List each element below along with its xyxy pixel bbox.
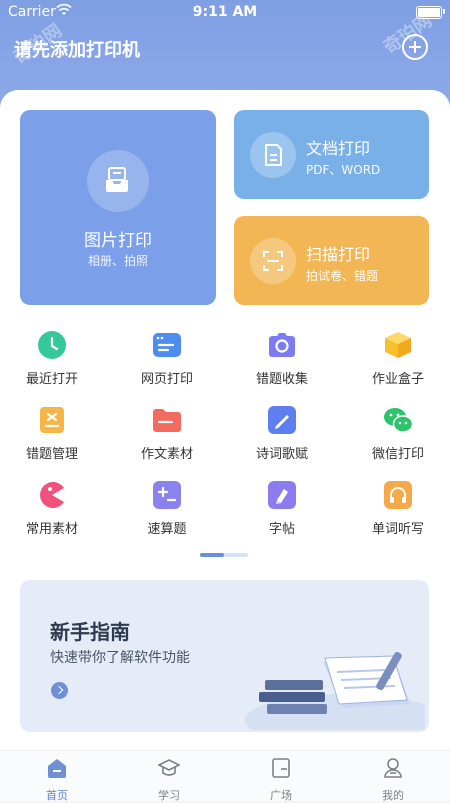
doc-print-card[interactable]: 文档打印 PDF、WORD — [234, 110, 429, 199]
grid-item-wechat-print[interactable]: 微信打印 — [348, 405, 448, 465]
doc-print-title: 文档打印 — [306, 139, 371, 158]
grid-item-recent[interactable]: 最近打开 — [2, 330, 102, 390]
grid-label: 常用素材 — [25, 522, 78, 537]
doc-print-subtitle: PDF、WORD — [306, 163, 381, 177]
battery-tip — [443, 9, 445, 14]
scan-print-card[interactable]: 扫描打印 拍试卷、错题 — [234, 216, 429, 305]
math-icon — [153, 481, 181, 509]
photo-print-card[interactable]: 图片打印 相册、拍照 — [20, 110, 216, 305]
scan-print-icon-bg — [250, 238, 296, 284]
photo-print-icon-bg — [87, 150, 149, 212]
grid-label: 速算题 — [147, 522, 187, 537]
clock-icon — [38, 331, 66, 359]
photo-print-title: 图片打印 — [84, 231, 152, 251]
grid-label: 错题收集 — [255, 372, 308, 387]
tab-label: 我的 — [382, 789, 404, 802]
grid-item-essay-material[interactable]: 作文素材 — [117, 405, 217, 465]
error-manage-icon — [40, 407, 64, 433]
page-indicator — [200, 553, 248, 557]
grid-item-common-material[interactable]: 常用素材 — [2, 480, 102, 540]
scan-print-title: 扫描打印 — [306, 245, 371, 264]
chevron-right-icon[interactable] — [51, 682, 68, 699]
grid-item-web-print[interactable]: 网页打印 — [117, 330, 217, 390]
scan-print-subtitle: 拍试卷、错题 — [306, 269, 379, 283]
grid-item-quick-math[interactable]: 速算题 — [117, 480, 217, 540]
tab-label: 广场 — [270, 789, 292, 802]
book-illustration — [245, 651, 425, 730]
grid-label: 单词听写 — [371, 522, 424, 537]
guide-title: 新手指南 — [50, 620, 130, 644]
grid-item-dictation[interactable]: 单词听写 — [348, 480, 448, 540]
grid-item-copybook[interactable]: 字帖 — [232, 480, 332, 540]
clock-time: 9:11 AM — [192, 4, 258, 20]
headphone-icon — [384, 481, 412, 509]
tab-label: 学习 — [158, 789, 180, 802]
grid-item-mistake-manage[interactable]: 错题管理 — [2, 405, 102, 465]
folder-icon — [153, 409, 181, 432]
bottom-tab-bar: 首页 学习 广场 我的 — [0, 750, 450, 803]
grid-item-homework-box[interactable]: 作业盒子 — [348, 330, 448, 390]
tab-square[interactable]: 广场 — [241, 757, 321, 803]
main-sheet: 图片打印 相册、拍照 文档打印 PDF、WORD 扫描打印 拍试卷、错题 最近打… — [0, 90, 450, 750]
tab-home[interactable]: 首页 — [17, 757, 97, 803]
wechat-icon — [384, 408, 413, 433]
box-icon — [385, 332, 411, 358]
grid-label: 字帖 — [268, 522, 295, 537]
page-indicator-active — [200, 553, 224, 557]
scan-icon — [263, 251, 283, 271]
grid-label: 网页打印 — [140, 372, 193, 387]
camera-icon — [269, 333, 295, 357]
grid-label: 诗词歌赋 — [255, 447, 308, 462]
tab-mine[interactable]: 我的 — [353, 757, 433, 803]
doc-print-icon-bg — [250, 132, 296, 178]
photo-print-subtitle: 相册、拍照 — [87, 254, 148, 268]
tray-icon — [106, 167, 128, 192]
profile-icon — [384, 758, 402, 778]
grid-label: 作文素材 — [140, 447, 193, 462]
graduation-cap-icon — [157, 759, 181, 776]
beginner-guide-banner[interactable]: 新手指南 快速带你了解软件功能 — [20, 580, 429, 732]
grid-label: 错题管理 — [25, 447, 78, 462]
guide-subtitle: 快速带你了解软件功能 — [50, 650, 190, 666]
pen-icon — [268, 406, 296, 434]
home-icon — [48, 759, 66, 778]
tab-study[interactable]: 学习 — [129, 757, 209, 803]
pacman-icon — [40, 482, 64, 508]
square-icon — [272, 758, 290, 778]
grid-label: 微信打印 — [371, 447, 424, 462]
document-icon — [265, 144, 282, 166]
grid-label: 最近打开 — [25, 372, 78, 387]
tab-label: 首页 — [46, 789, 68, 802]
grid-item-poetry[interactable]: 诗词歌赋 — [232, 405, 332, 465]
grid-label: 作业盒子 — [371, 372, 424, 387]
brush-icon — [268, 481, 296, 509]
browser-icon — [153, 333, 181, 357]
status-bar: Carrier 9:11 AM — [0, 0, 450, 24]
grid-item-mistake-collect[interactable]: 错题收集 — [232, 330, 332, 390]
